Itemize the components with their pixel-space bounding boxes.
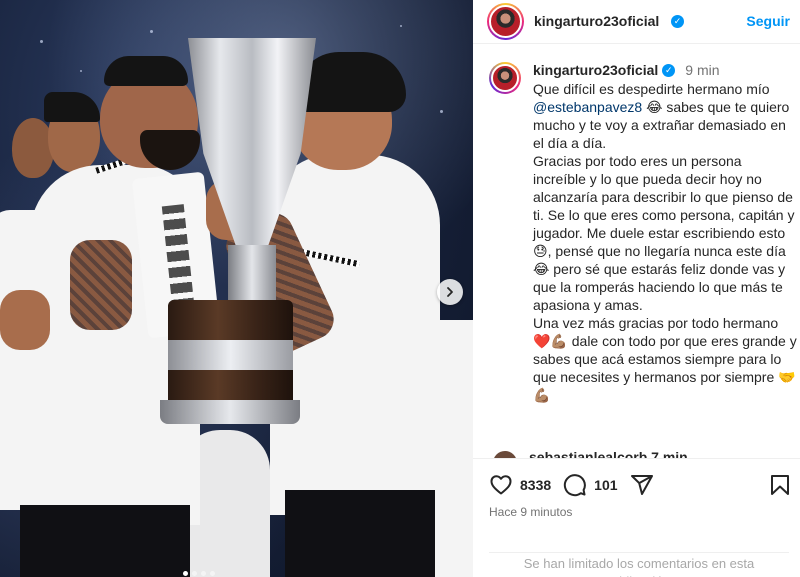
like-count[interactable]: 8338 <box>520 477 551 493</box>
comment-button[interactable]: 101 <box>563 473 618 497</box>
share-button[interactable] <box>630 473 654 497</box>
caption-username[interactable]: kingarturo23oficial <box>533 62 658 78</box>
mention-link[interactable]: @estebanpavez8 <box>533 99 642 115</box>
heart-icon <box>490 475 512 495</box>
post-timestamp[interactable]: Hace 9 minutos <box>489 505 572 519</box>
caption-text: Que difícil es despedirte hermano mío @e… <box>533 80 798 404</box>
carousel-next-button[interactable] <box>437 279 463 305</box>
comment-icon <box>564 474 586 497</box>
post-header: kingarturo23oficial ✓ Seguir <box>473 0 800 44</box>
avatar[interactable] <box>487 3 524 40</box>
verified-badge-icon: ✓ <box>662 63 676 77</box>
bookmark-icon <box>771 475 789 495</box>
post-media[interactable] <box>0 0 473 577</box>
chevron-right-icon <box>447 287 453 297</box>
caption-text-segment: Que difícil es despedirte hermano mío <box>533 81 770 97</box>
confetti <box>440 110 443 113</box>
trophy-stem <box>228 245 276 300</box>
caption-paragraph: Gracias por todo eres un persona increíb… <box>533 153 795 313</box>
carousel-indicator <box>183 571 215 576</box>
caption-header: kingarturo23oficial ✓ 9 min <box>533 62 794 78</box>
verified-badge-icon: ✓ <box>671 15 684 28</box>
post-side-panel: kingarturo23oficial ✓ Seguir kingarturo2… <box>473 0 800 577</box>
confetti <box>80 70 82 72</box>
caption-paragraph: Que difícil es despedirte hermano mío @e… <box>533 80 798 152</box>
actions-bar: 8338 101 Hace 9 minutos Se han limitado … <box>473 458 800 577</box>
follow-button[interactable]: Seguir <box>746 13 790 29</box>
caption-paragraph: Una vez más gracias por todo hermano ❤️💪… <box>533 315 797 403</box>
carousel-dot <box>183 571 188 576</box>
confetti <box>400 25 402 27</box>
share-icon <box>630 475 653 495</box>
caption-time[interactable]: 9 min <box>685 62 719 78</box>
save-button[interactable] <box>768 473 792 502</box>
confetti <box>150 30 153 33</box>
action-buttons: 8338 101 <box>489 473 666 497</box>
trophy-band <box>168 340 293 370</box>
carousel-dot <box>210 571 215 576</box>
comments-limited-notice: Se han limitado los comentarios en esta … <box>489 552 789 577</box>
confetti <box>40 40 43 43</box>
header-username[interactable]: kingarturo23oficial <box>534 13 659 29</box>
carousel-dot <box>201 571 206 576</box>
caption: kingarturo23oficial ✓ 9 min Que difícil … <box>489 62 797 404</box>
like-button[interactable]: 8338 <box>489 473 551 497</box>
comment-count[interactable]: 101 <box>594 477 617 493</box>
carousel-dot <box>192 571 197 576</box>
trophy-foot <box>160 400 300 424</box>
